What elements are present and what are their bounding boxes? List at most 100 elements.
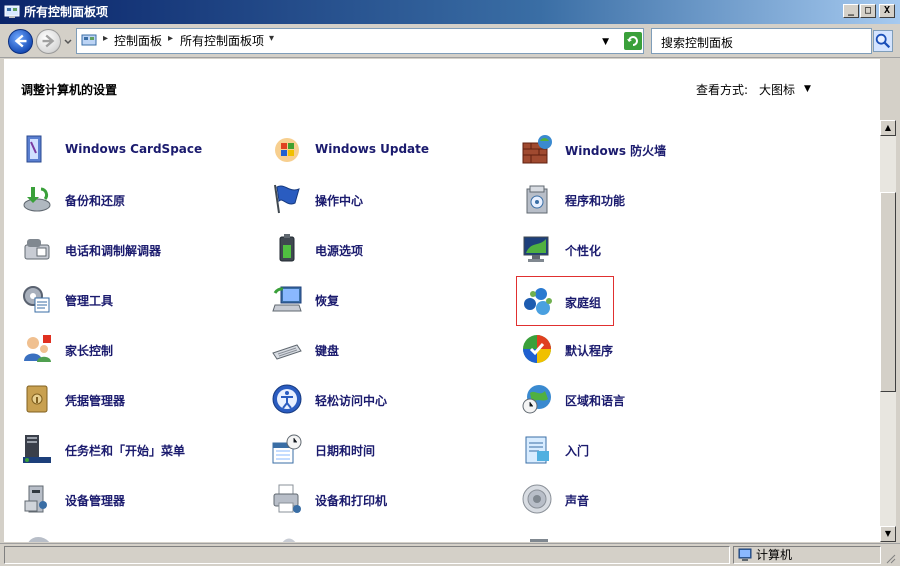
item-label: 备份和还原	[65, 194, 126, 208]
cardspace-icon	[26, 135, 42, 163]
view-by-dropdown[interactable]: 大图标	[759, 81, 795, 98]
backup-icon	[23, 187, 51, 212]
ease-of-access-icon	[272, 384, 302, 414]
back-button[interactable]	[8, 29, 33, 54]
item-label: 设备管理器	[65, 494, 126, 508]
region-language-icon	[522, 385, 551, 414]
cp-item-cardspace[interactable]: Windows CardSpace	[21, 127, 241, 171]
control-panel-icon	[4, 5, 20, 18]
computer-icon	[738, 548, 752, 561]
chevron-down-icon[interactable]: ▼	[804, 84, 811, 94]
search-icon	[875, 33, 891, 49]
breadcrumb-separator-icon[interactable]: ▾	[269, 33, 274, 44]
cp-item-date-time[interactable]: 日期和时间	[271, 427, 491, 471]
item-label: 家庭组	[565, 296, 602, 310]
phone-modem-icon	[24, 239, 50, 260]
title-bar: 所有控制面板项 _ □ X	[0, 0, 900, 24]
item-label: 管理工具	[65, 294, 114, 308]
cp-item-admin-tools[interactable]: 管理工具	[21, 277, 241, 321]
breadcrumb-all-items[interactable]: 所有控制面板项	[180, 34, 264, 48]
cp-item-firewall[interactable]: Windows 防火墙	[521, 127, 741, 171]
cp-item-recovery[interactable]: 恢复	[271, 277, 491, 321]
view-by-label: 查看方式:	[696, 83, 749, 97]
partial-item-icon	[28, 537, 50, 542]
cp-item-region-language[interactable]: 区域和语言	[521, 377, 741, 421]
item-label: 电源选项	[315, 244, 364, 258]
recovery-icon	[272, 286, 302, 312]
cp-item-homegroup[interactable]: 家庭组	[516, 276, 614, 326]
default-programs-icon	[523, 335, 551, 363]
credential-manager-icon	[26, 385, 48, 413]
item-label: 区域和语言	[565, 394, 626, 408]
vertical-scrollbar[interactable]: ▲ ▼	[880, 120, 896, 542]
taskbar-icon	[23, 435, 51, 463]
item-label: 设备和打印机	[315, 494, 388, 508]
breadcrumb-control-panel[interactable]: 控制面板	[114, 34, 162, 48]
item-label: 个性化	[565, 244, 602, 258]
minimize-button[interactable]: _	[843, 4, 859, 18]
date-time-icon	[272, 434, 302, 464]
personalization-icon	[523, 236, 549, 262]
parental-controls-icon	[24, 335, 51, 362]
cp-item-taskbar[interactable]: 任务栏和「开始」菜单	[21, 427, 241, 471]
partial-item-icon	[530, 539, 548, 542]
breadcrumb-separator-icon[interactable]: ▸	[168, 33, 173, 44]
item-label: 日期和时间	[315, 444, 376, 458]
cp-item-windows-update[interactable]: Windows Update	[271, 127, 491, 171]
sound-icon	[522, 484, 552, 514]
back-arrow-icon	[14, 34, 27, 48]
item-label: 程序和功能	[565, 194, 626, 208]
keyboard-icon	[272, 344, 302, 360]
devices-printers-icon	[273, 484, 301, 513]
cp-item-parental-controls[interactable]: 家长控制	[21, 327, 241, 371]
cp-item-personalization[interactable]: 个性化	[521, 227, 741, 271]
forward-arrow-icon	[42, 34, 55, 48]
item-label: Windows CardSpace	[65, 142, 203, 156]
search-placeholder: 搜索控制面板	[661, 36, 734, 50]
search-input[interactable]: 搜索控制面板	[651, 28, 872, 54]
status-bar: 计算机	[0, 543, 900, 566]
cp-item-keyboard[interactable]: 键盘	[271, 327, 491, 371]
cp-item-ease-of-access[interactable]: 轻松访问中心	[271, 377, 491, 421]
item-label: 键盘	[315, 344, 340, 358]
address-field[interactable]: ▸ 控制面板 ▸ 所有控制面板项 ▾ ▼	[76, 28, 644, 54]
cp-item-action-center[interactable]: 操作中心	[271, 177, 491, 221]
item-label: 入门	[565, 444, 590, 458]
address-dropdown-icon[interactable]: ▼	[602, 37, 609, 47]
action-center-flag-icon	[274, 184, 300, 214]
item-label: 默认程序	[565, 344, 614, 358]
cp-item-sound[interactable]: 声音	[521, 477, 741, 521]
cp-item-phone-modem[interactable]: 电话和调制解调器	[21, 227, 241, 271]
windows-update-icon	[275, 138, 299, 162]
item-label: 家长控制	[65, 344, 114, 358]
scroll-up-button[interactable]: ▲	[880, 120, 896, 136]
cp-item-getting-started[interactable]: 入门	[521, 427, 741, 471]
programs-icon	[526, 185, 548, 214]
item-label: 声音	[565, 494, 590, 508]
cp-item-device-manager[interactable]: 设备管理器	[21, 477, 241, 521]
cp-item-devices-printers[interactable]: 设备和打印机	[271, 477, 491, 521]
item-label: Windows Update	[315, 142, 430, 156]
cp-item-default-programs[interactable]: 默认程序	[521, 327, 741, 371]
recent-pages-dropdown-icon[interactable]	[63, 37, 73, 47]
cp-item-programs-features[interactable]: 程序和功能	[521, 177, 741, 221]
cp-item-backup[interactable]: 备份和还原	[21, 177, 241, 221]
content-area: 调整计算机的设置 查看方式: 大图标 ▼ Windows CardSpace 备…	[4, 59, 880, 542]
resize-grip-icon[interactable]	[884, 552, 896, 564]
partial-item-icon	[282, 538, 296, 542]
address-bar-row: ▸ 控制面板 ▸ 所有控制面板项 ▾ ▼ 搜索控制面板	[0, 24, 900, 58]
item-label: 任务栏和「开始」菜单	[65, 444, 186, 458]
close-button[interactable]: X	[879, 4, 895, 18]
breadcrumb-separator-icon[interactable]: ▸	[103, 33, 108, 44]
cp-item-power-options[interactable]: 电源选项	[271, 227, 491, 271]
scroll-thumb[interactable]	[880, 192, 896, 392]
search-button[interactable]	[873, 30, 893, 52]
refresh-icon[interactable]	[624, 32, 642, 50]
item-label: 凭据管理器	[65, 394, 126, 408]
power-options-icon	[279, 234, 295, 262]
homegroup-icon	[524, 288, 552, 315]
scroll-down-button[interactable]: ▼	[880, 526, 896, 542]
cp-item-credential-manager[interactable]: 凭据管理器	[21, 377, 241, 421]
forward-button[interactable]	[36, 29, 61, 54]
maximize-button[interactable]: □	[860, 4, 876, 18]
